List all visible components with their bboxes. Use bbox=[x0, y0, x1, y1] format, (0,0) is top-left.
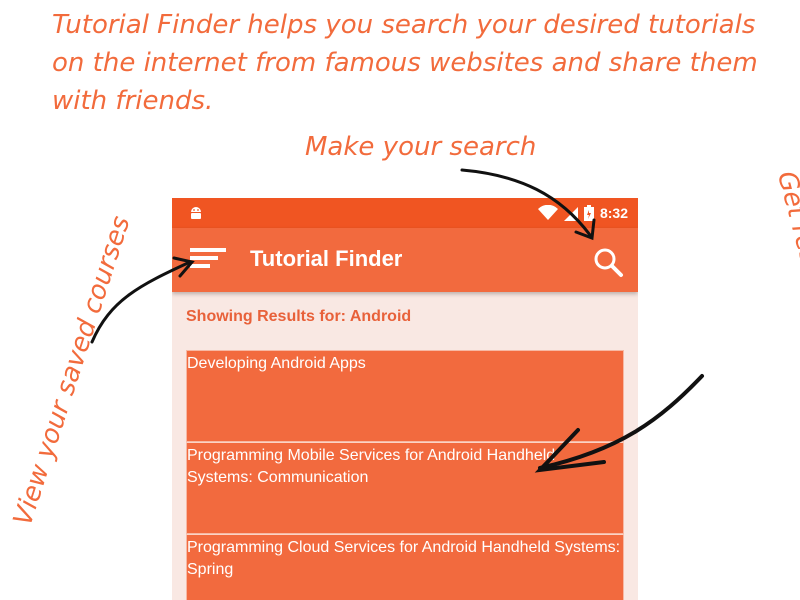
get-results-annotation: Get results and suggestions bbox=[771, 168, 800, 527]
app-bar: Tutorial Finder bbox=[172, 228, 638, 292]
phone-screen: 8:32 Tutorial Finder Showing Results for… bbox=[172, 198, 638, 600]
result-item[interactable]: Programming Cloud Services for Android H… bbox=[186, 534, 624, 600]
status-time: 8:32 bbox=[599, 205, 628, 221]
android-icon bbox=[191, 207, 201, 219]
result-item[interactable]: Developing Android Apps bbox=[186, 350, 624, 442]
status-bar: 8:32 bbox=[172, 198, 638, 228]
signal-icon bbox=[563, 207, 578, 221]
wifi-icon bbox=[537, 205, 558, 220]
app-title: Tutorial Finder bbox=[250, 246, 403, 271]
make-search-annotation: Make your search bbox=[305, 132, 537, 162]
search-icon[interactable] bbox=[592, 246, 624, 278]
headline-annotation: Tutorial Finder helps you search your de… bbox=[52, 10, 758, 116]
battery-icon bbox=[583, 205, 594, 221]
results-list: Developing Android Apps Programming Mobi… bbox=[186, 350, 624, 600]
result-item[interactable]: Programming Mobile Services for Android … bbox=[186, 442, 624, 534]
results-heading: Showing Results for: Android bbox=[186, 308, 412, 325]
menu-icon[interactable] bbox=[190, 246, 228, 272]
view-saved-annotation: View your saved courses bbox=[8, 212, 137, 530]
